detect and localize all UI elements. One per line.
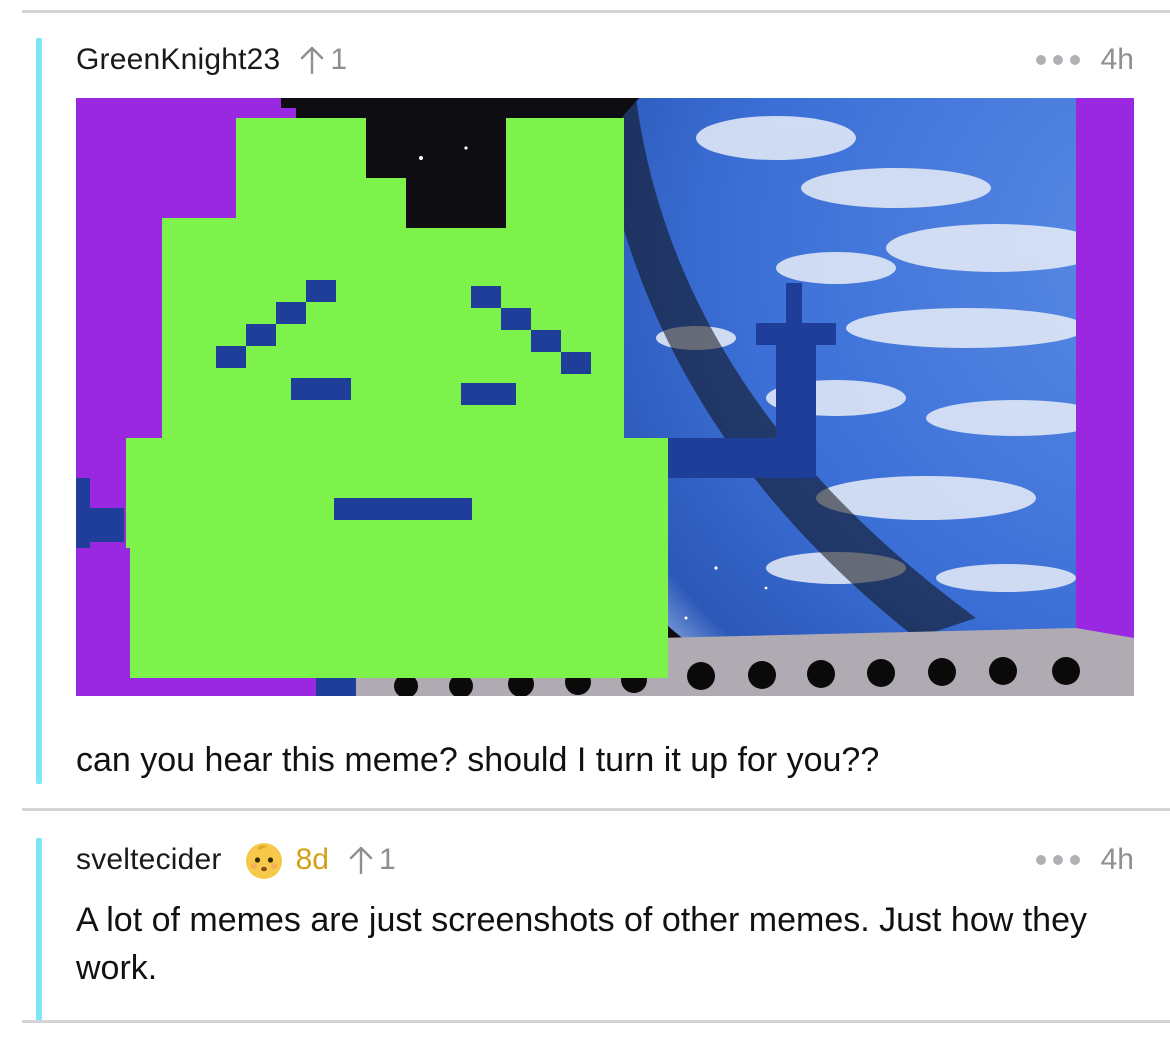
comment[interactable]: sveltecider 8d 1 4h A lot of memes are j… <box>0 810 1170 1022</box>
upvote-arrow-icon[interactable] <box>349 846 373 874</box>
meme-image[interactable] <box>76 98 1134 696</box>
upvote-count: 1 <box>378 843 396 876</box>
upvote-arrow-icon[interactable] <box>300 46 324 74</box>
comment-body: can you hear this meme? should I turn it… <box>76 741 880 779</box>
thread-line[interactable] <box>36 38 42 784</box>
ellipsis-icon[interactable] <box>1035 54 1081 66</box>
comment-meta: sveltecider 8d 1 4h <box>76 840 1134 880</box>
ellipsis-icon[interactable] <box>1035 854 1081 866</box>
comment-body: A lot of memes are just screenshots of o… <box>76 901 1088 987</box>
timestamp: 4h <box>1100 843 1134 876</box>
comment[interactable]: GreenKnight23 1 4h can you hear this mem… <box>0 0 1170 800</box>
username[interactable]: GreenKnight23 <box>76 43 280 77</box>
account-age-badge: 8d <box>295 843 329 876</box>
baby-face-emoji-icon <box>245 843 282 879</box>
comment-thread: GreenKnight23 1 4h can you hear this mem… <box>0 0 1170 1039</box>
thread-line[interactable] <box>36 838 42 1022</box>
mouth <box>334 498 472 520</box>
divider <box>22 1020 1170 1023</box>
username[interactable]: sveltecider <box>76 843 222 877</box>
timestamp: 4h <box>1100 43 1134 76</box>
comment-meta: GreenKnight23 1 4h <box>76 40 1134 80</box>
upvote-count: 1 <box>330 43 348 76</box>
